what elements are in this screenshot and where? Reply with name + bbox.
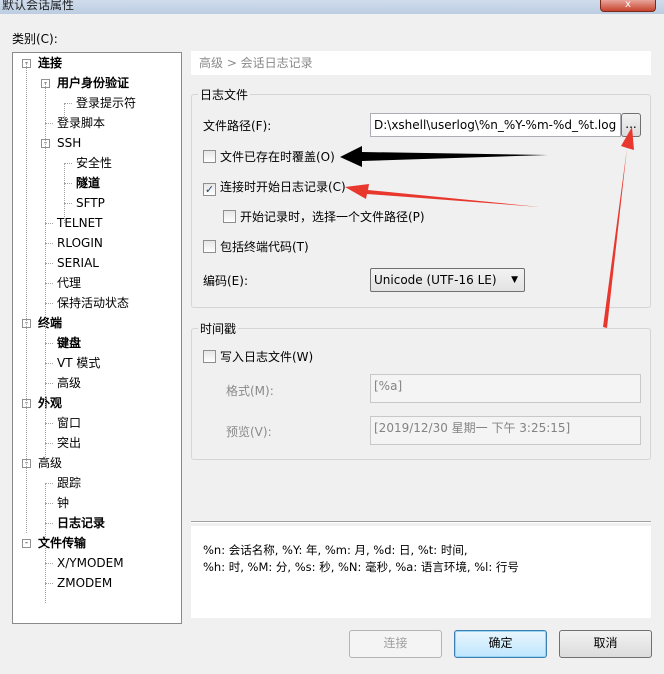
red-arrow-annotation-browse xyxy=(603,127,634,328)
black-arrow-annotation xyxy=(340,146,548,167)
red-arrow-annotation-connect xyxy=(345,184,540,207)
annotation-layer xyxy=(340,127,634,328)
